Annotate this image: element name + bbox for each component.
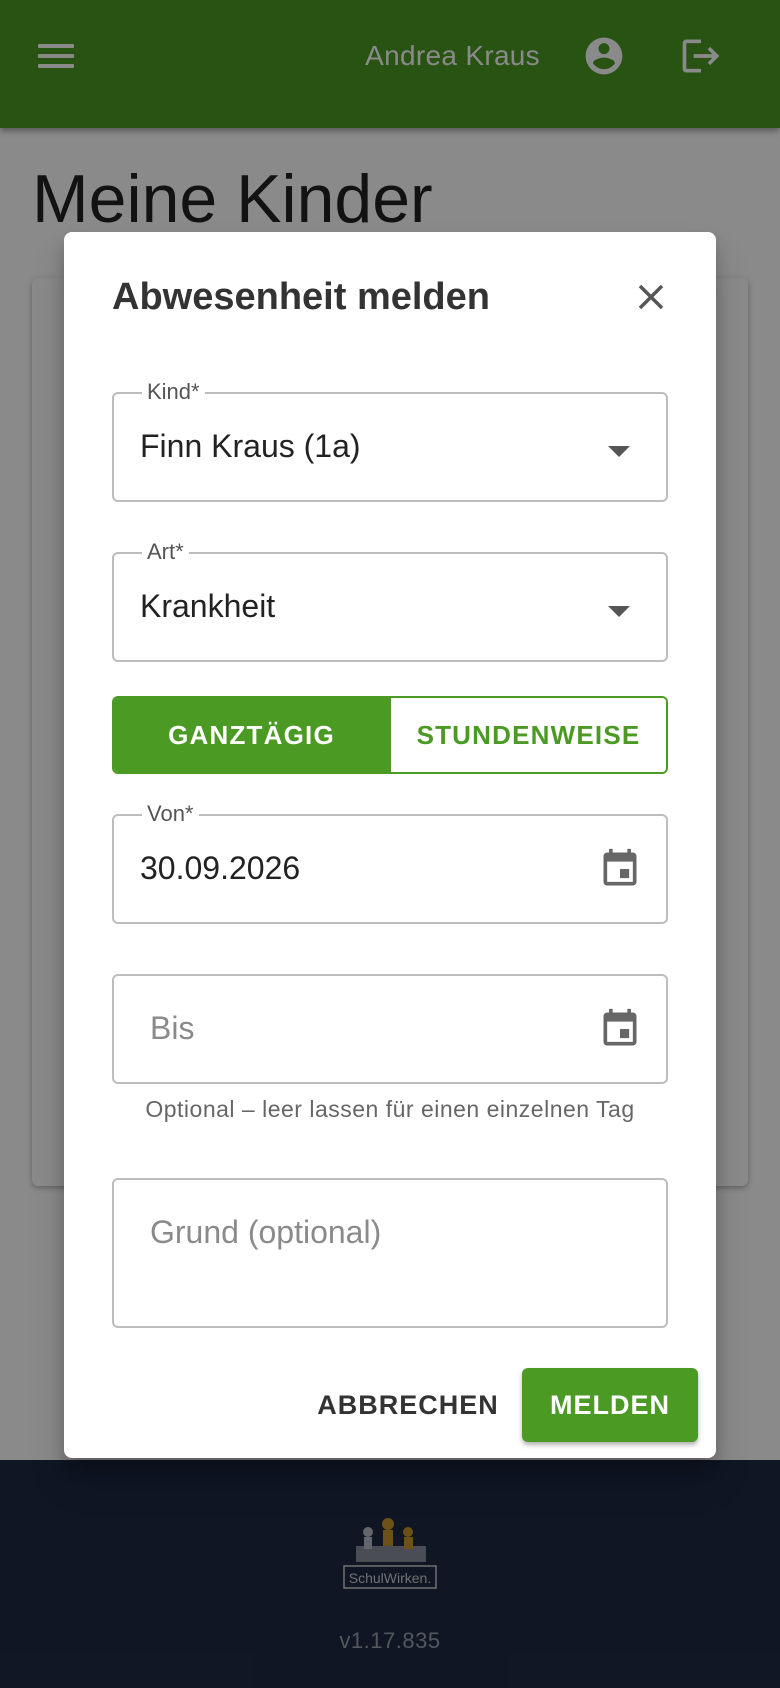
to-date-field[interactable]: Bis [112, 974, 668, 1084]
child-select[interactable]: Kind* Finn Kraus (1a) [112, 379, 668, 502]
from-date-value: 30.09.2026 [140, 850, 301, 886]
reason-textarea[interactable]: Grund (optional) [112, 1178, 668, 1328]
chevron-down-icon[interactable] [608, 446, 630, 457]
from-date-label: Von* [142, 801, 199, 827]
close-icon[interactable] [630, 276, 672, 318]
absence-type-label: Art* [142, 539, 189, 565]
to-date-hint: Optional – leer lassen für einen einzeln… [145, 1096, 635, 1122]
duration-toggle: GANZTÄGIG STUNDENWEISE [112, 696, 668, 774]
cancel-button[interactable]: ABBRECHEN [316, 1368, 500, 1442]
dialog-title: Abwesenheit melden [112, 276, 490, 318]
child-select-label: Kind* [142, 379, 205, 405]
toggle-full-day[interactable]: GANZTÄGIG [114, 698, 389, 772]
report-absence-dialog: Abwesenheit melden Kind* Finn Kraus (1a)… [64, 232, 716, 1458]
from-date-field[interactable]: Von* 30.09.2026 [112, 801, 668, 924]
to-date-placeholder: Bis [150, 1010, 195, 1046]
child-select-value: Finn Kraus (1a) [140, 428, 361, 464]
reason-placeholder: Grund (optional) [150, 1214, 382, 1250]
toggle-hourly[interactable]: STUNDENWEISE [389, 698, 666, 772]
chevron-down-icon[interactable] [608, 606, 630, 617]
submit-button[interactable]: MELDEN [522, 1368, 698, 1442]
absence-type-value: Krankheit [140, 588, 276, 624]
calendar-icon[interactable] [598, 846, 642, 892]
absence-type-select[interactable]: Art* Krankheit [112, 539, 668, 662]
calendar-icon[interactable] [598, 1006, 642, 1052]
